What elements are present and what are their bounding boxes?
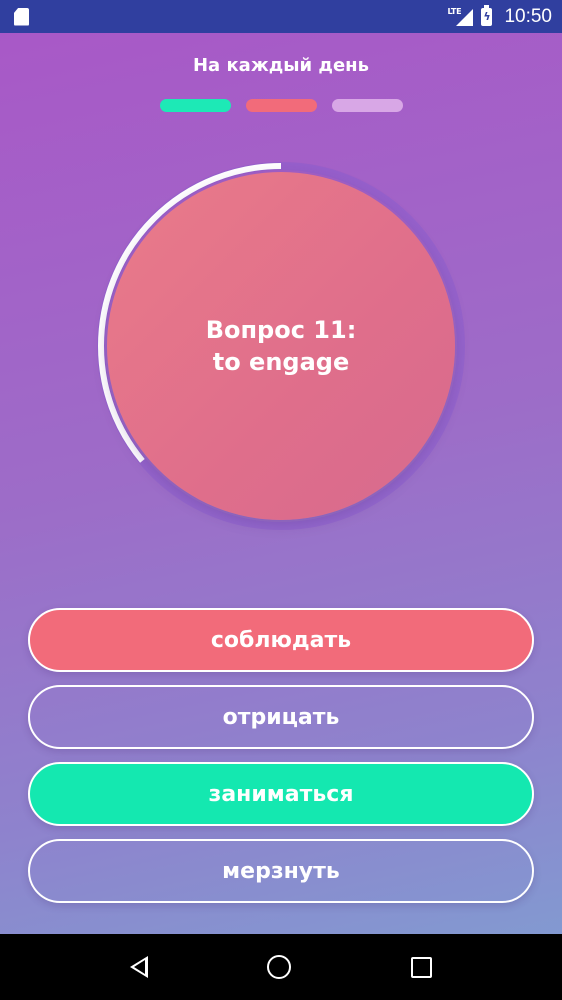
question-card: Вопрос 11: to engage bbox=[107, 172, 455, 520]
progress-indicator bbox=[0, 99, 562, 112]
status-bar: LTE ϟ 10:50 bbox=[0, 0, 562, 33]
question-word: to engage bbox=[212, 348, 350, 376]
back-icon[interactable] bbox=[129, 956, 148, 978]
answer-button-1[interactable]: соблюдать bbox=[28, 608, 534, 672]
home-icon[interactable] bbox=[267, 955, 292, 979]
navigation-bar bbox=[0, 934, 562, 1000]
progress-dot-wrong bbox=[245, 99, 317, 112]
battery-charging-icon: ϟ bbox=[481, 4, 493, 26]
recent-apps-icon[interactable] bbox=[411, 956, 433, 978]
status-clock: 10:50 bbox=[504, 5, 552, 27]
answer-button-3[interactable]: заниматься bbox=[28, 762, 534, 826]
signal-strength-icon bbox=[456, 8, 474, 26]
question-timer: Вопрос 11: to engage bbox=[95, 160, 467, 532]
answer-button-4[interactable]: мерзнуть bbox=[28, 839, 534, 903]
progress-dot-pending bbox=[331, 99, 403, 112]
answer-list: соблюдать отрицать заниматься мерзнуть bbox=[28, 608, 534, 916]
progress-dot-correct bbox=[159, 99, 231, 112]
sd-card-icon bbox=[14, 7, 29, 26]
question-number: Вопрос 11: bbox=[205, 316, 357, 344]
lte-signal-icon: LTE bbox=[447, 7, 474, 27]
answer-button-2[interactable]: отрицать bbox=[28, 685, 534, 749]
page-title: На каждый день bbox=[192, 55, 369, 76]
